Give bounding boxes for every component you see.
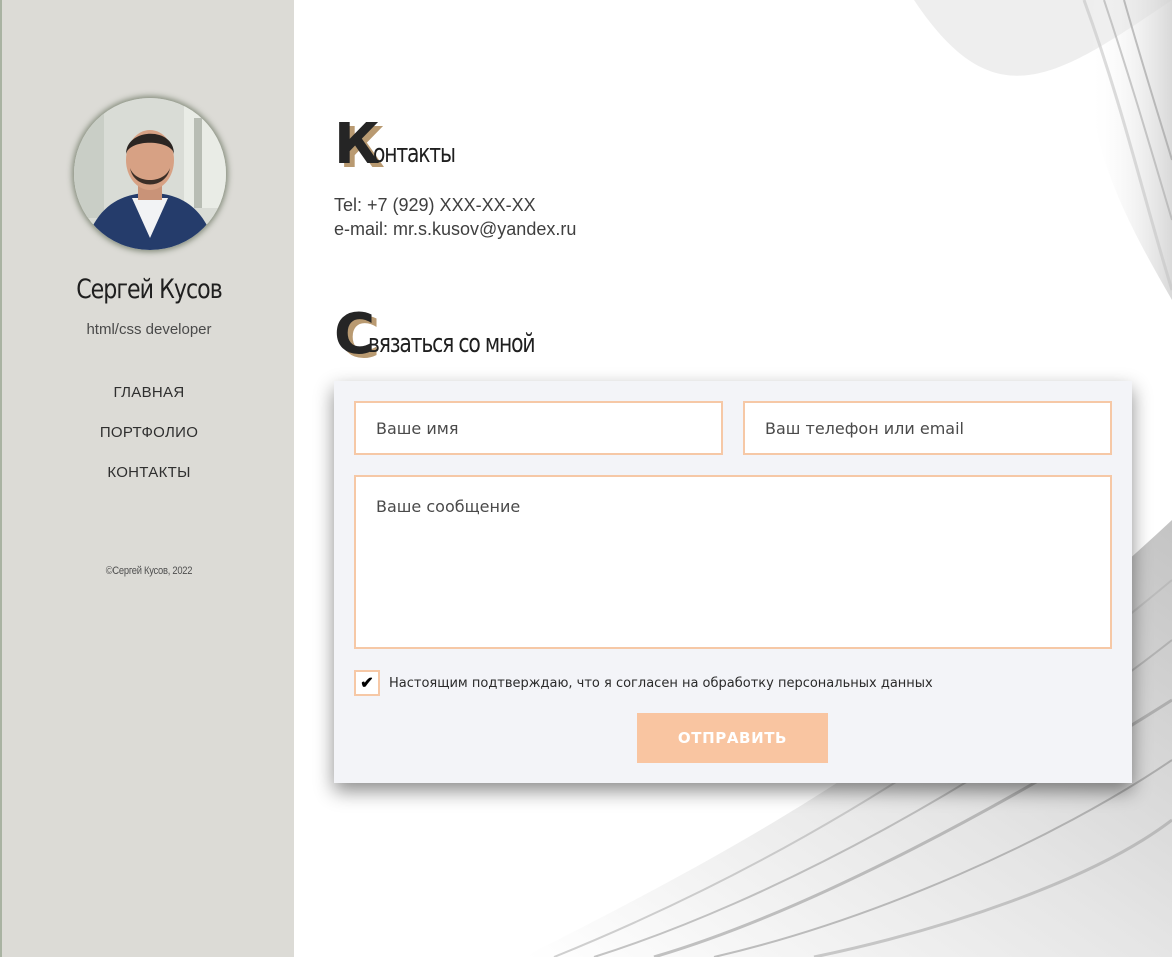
nav-item-contacts[interactable]: КОНТАКТЫ [2,463,296,503]
copyright: ©Сергей Кусов, 2022 [105,565,193,577]
nav-item-portfolio[interactable]: ПОРТФОЛИО [2,423,296,463]
avatar [74,98,226,250]
sidebar-nav: ГЛАВНАЯ ПОРТФОЛИО КОНТАКТЫ [2,383,296,503]
sidebar: Сергей Кусов html/css developer ГЛАВНАЯ … [0,0,294,957]
consent-label: Настоящим подтверждаю, что я согласен на… [389,675,933,691]
page: Сергей Кусов html/css developer ГЛАВНАЯ … [0,0,1172,957]
contact-form: ✔ Настоящим подтверждаю, что я согласен … [334,381,1132,783]
author-role: html/css developer [86,321,212,338]
author-name: Сергей Кусов [76,274,223,305]
avatar-photo [74,98,226,250]
connect-heading-text: вязаться со мной [368,329,536,359]
connect-heading: С С вязаться со мной [334,293,581,371]
contact-info: Tel: +7 (929) XXX-XX-XX e-mail: mr.s.kus… [334,193,576,241]
submit-button[interactable]: ОТПРАВИТЬ [637,713,828,763]
consent-checkbox[interactable]: ✔ [354,670,380,696]
message-textarea[interactable] [354,475,1112,649]
contacts-heading: К К онтакты [334,103,478,181]
connect-heading-initial: С С [334,302,380,371]
contact-email[interactable]: e-mail: mr.s.kusov@yandex.ru [334,217,576,241]
contacts-heading-text: онтакты [372,139,456,169]
contacts-heading-initial: К К [334,112,385,181]
checkmark-icon: ✔ [360,675,374,692]
contact-phone: Tel: +7 (929) XXX-XX-XX [334,195,536,215]
phone-or-email-input[interactable] [743,401,1112,455]
nav-item-home[interactable]: ГЛАВНАЯ [2,383,296,423]
name-input[interactable] [354,401,723,455]
consent-row: ✔ Настоящим подтверждаю, что я согласен … [354,670,933,696]
